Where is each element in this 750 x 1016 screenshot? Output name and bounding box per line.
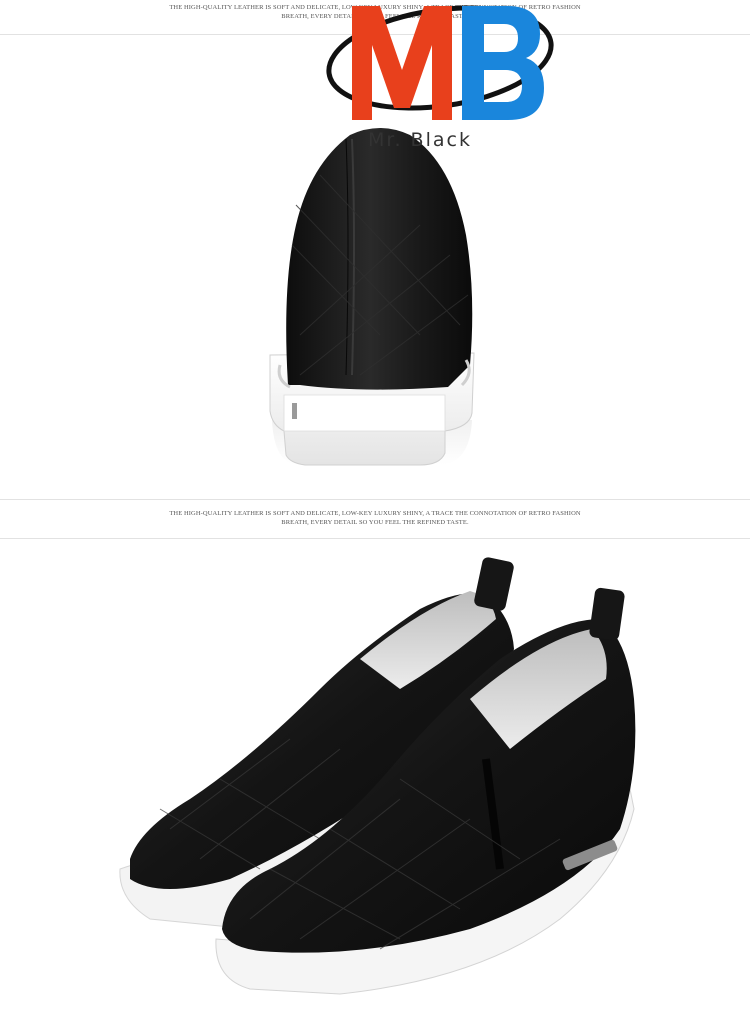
caption-line: THE HIGH-QUALITY LEATHER IS SOFT AND DEL…	[169, 510, 581, 517]
caption-middle: THE HIGH-QUALITY LEATHER IS SOFT AND DEL…	[0, 509, 750, 527]
divider	[0, 499, 750, 500]
shoe-pair-image	[119, 557, 636, 995]
left-pull-tab	[474, 557, 514, 611]
brand-logo: Mr. Black	[322, 0, 572, 155]
black-leather-upper	[286, 128, 473, 390]
caption-line: BREATH, EVERY DETAIL SO YOU FEEL THE REF…	[281, 519, 469, 526]
logo-letter-b	[462, 6, 544, 120]
logo-letter-m	[352, 6, 452, 120]
mr-black-logo: Mr. Black	[326, 5, 554, 151]
right-pull-tab	[589, 587, 625, 641]
heel-counter	[283, 394, 446, 432]
shoe-pair-photo	[0, 539, 750, 1011]
product-detail-page: { "section1": { "caption_line1": "THE HI…	[0, 0, 750, 1011]
logo-wordmark: Mr. Black	[368, 129, 472, 151]
sole-logo-plate	[292, 403, 297, 419]
